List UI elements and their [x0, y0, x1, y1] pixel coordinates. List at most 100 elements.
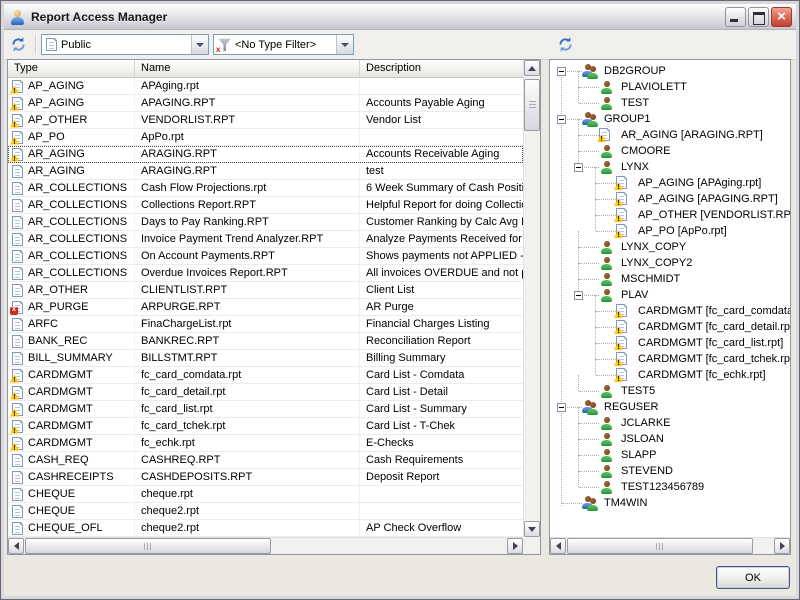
- ok-button[interactable]: OK: [716, 566, 790, 589]
- column-header-description[interactable]: Description: [360, 60, 523, 78]
- report-description-cell: Card List - Comdata: [360, 367, 523, 384]
- tree-item[interactable]: AP_AGING [APAging.rpt]: [550, 175, 790, 191]
- table-row[interactable]: CASH_REQ CASHREQ.RPT Cash Requirements: [8, 452, 523, 469]
- tree-item[interactable]: JSLOAN: [550, 431, 790, 447]
- table-row[interactable]: AR_OTHER CLIENTLIST.RPT Client List: [8, 282, 523, 299]
- table-row[interactable]: CARDMGMT fc_card_list.rpt Card List - Su…: [8, 401, 523, 418]
- tree-item[interactable]: CARDMGMT [fc_card_comdata.rpt]: [550, 303, 790, 319]
- table-row[interactable]: AR_COLLECTIONS Collections Report.RPT He…: [8, 197, 523, 214]
- maximize-button[interactable]: [748, 7, 769, 27]
- table-row[interactable]: CHEQUE cheque.rpt: [8, 486, 523, 503]
- column-header-type[interactable]: Type: [8, 60, 135, 78]
- scroll-right-button[interactable]: [507, 538, 523, 554]
- horizontal-scroll-thumb[interactable]: [25, 538, 271, 554]
- tree-expander-minus[interactable]: [557, 67, 566, 76]
- tree-item[interactable]: LYNX_COPY: [550, 239, 790, 255]
- tree-expander-minus[interactable]: [557, 403, 566, 412]
- tree-item[interactable]: LYNX_COPY2: [550, 255, 790, 271]
- tree-item[interactable]: STEVEND: [550, 463, 790, 479]
- table-horizontal-scrollbar[interactable]: [8, 537, 523, 554]
- tree-expander-minus[interactable]: [557, 115, 566, 124]
- table-row[interactable]: AP_AGING APAGING.RPT Accounts Payable Ag…: [8, 95, 523, 112]
- arrow-left-icon: [556, 542, 561, 550]
- tree-item-icon: [599, 272, 615, 286]
- type-filter-arrow[interactable]: [336, 35, 353, 54]
- group-select[interactable]: Public: [41, 34, 209, 55]
- horizontal-scroll-thumb[interactable]: [567, 538, 753, 554]
- tree-item[interactable]: CARDMGMT [fc_echk.rpt]: [550, 367, 790, 383]
- tree-item[interactable]: LYNX: [550, 159, 790, 175]
- column-header-name[interactable]: Name: [135, 60, 360, 78]
- table-row[interactable]: AR_AGING ARAGING.RPT Accounts Receivable…: [8, 146, 523, 163]
- tree-item[interactable]: JCLARKE: [550, 415, 790, 431]
- scroll-left-button[interactable]: [550, 538, 566, 554]
- scroll-down-button[interactable]: [524, 521, 540, 537]
- tree-expander-minus[interactable]: [574, 291, 583, 300]
- tree-item[interactable]: CARDMGMT [fc_card_tchek.rpt]: [550, 351, 790, 367]
- table-row[interactable]: CARDMGMT fc_card_detail.rpt Card List - …: [8, 384, 523, 401]
- report-name-cell: fc_card_detail.rpt: [135, 384, 360, 401]
- table-row[interactable]: CHEQUE cheque2.rpt: [8, 503, 523, 520]
- tree-item[interactable]: REGUSER: [550, 399, 790, 415]
- table-row[interactable]: CARDMGMT fc_echk.rpt E-Checks: [8, 435, 523, 452]
- table-row[interactable]: AR_COLLECTIONS Days to Pay Ranking.RPT C…: [8, 214, 523, 231]
- tree-item[interactable]: DB2GROUP: [550, 63, 790, 79]
- tree-item[interactable]: TM4WIN: [550, 495, 790, 511]
- table-row[interactable]: AP_OTHER VENDORLIST.RPT Vendor List: [8, 112, 523, 129]
- type-filter-select[interactable]: <No Type Filter>: [213, 34, 354, 55]
- tree-item[interactable]: PLAV: [550, 287, 790, 303]
- table-row[interactable]: BANK_REC BANKREC.RPT Reconciliation Repo…: [8, 333, 523, 350]
- tree-item[interactable]: CMOORE: [550, 143, 790, 159]
- tree-item[interactable]: CARDMGMT [fc_card_detail.rpt]: [550, 319, 790, 335]
- tree-item[interactable]: SLAPP: [550, 447, 790, 463]
- tree-item-icon: [616, 320, 627, 333]
- tree-item[interactable]: AP_OTHER [VENDORLIST.RPT]: [550, 207, 790, 223]
- tree-item-icon: [599, 160, 615, 174]
- tree-horizontal-scrollbar[interactable]: [550, 537, 790, 554]
- group-select-arrow[interactable]: [191, 35, 208, 54]
- close-button[interactable]: [771, 7, 792, 27]
- table-row[interactable]: ARFC FinaChargeList.rpt Financial Charge…: [8, 316, 523, 333]
- tree-item[interactable]: TEST123456789: [550, 479, 790, 495]
- tree-item-label: TM4WIN: [604, 495, 647, 511]
- tree-item[interactable]: AP_AGING [APAGING.RPT]: [550, 191, 790, 207]
- tree-item[interactable]: TEST: [550, 95, 790, 111]
- tree-expander-minus[interactable]: [574, 163, 583, 172]
- tree-item-icon: [616, 352, 627, 365]
- tree-item-label: LYNX_COPY: [621, 239, 686, 255]
- table-row[interactable]: CARDMGMT fc_card_tchek.rpt Card List - T…: [8, 418, 523, 435]
- tree-item[interactable]: TEST5: [550, 383, 790, 399]
- table-row[interactable]: AP_AGING APAging.rpt: [8, 78, 523, 95]
- vertical-scroll-thumb[interactable]: [524, 79, 540, 131]
- refresh-icon: [10, 36, 27, 53]
- scroll-left-button[interactable]: [8, 538, 24, 554]
- tree-item[interactable]: CARDMGMT [fc_card_list.rpt]: [550, 335, 790, 351]
- scroll-up-button[interactable]: [524, 60, 540, 76]
- table-row[interactable]: AR_COLLECTIONS On Account Payments.RPT S…: [8, 248, 523, 265]
- table-row[interactable]: CASHRECEIPTS CASHDEPOSITS.RPT Deposit Re…: [8, 469, 523, 486]
- table-row[interactable]: CARDMGMT fc_card_comdata.rpt Card List -…: [8, 367, 523, 384]
- table-row[interactable]: AR_COLLECTIONS Invoice Payment Trend Ana…: [8, 231, 523, 248]
- table-row[interactable]: BILL_SUMMARY BILLSTMT.RPT Billing Summar…: [8, 350, 523, 367]
- table-row[interactable]: AR_COLLECTIONS Cash Flow Projections.rpt…: [8, 180, 523, 197]
- table-row[interactable]: AR_AGING ARAGING.RPT test: [8, 163, 523, 180]
- table-row[interactable]: AR_COLLECTIONS Overdue Invoices Report.R…: [8, 265, 523, 282]
- tree-item-label: DB2GROUP: [604, 63, 666, 79]
- table-row[interactable]: AP_PO ApPo.rpt: [8, 129, 523, 146]
- table-row[interactable]: CHEQUE_OFL cheque2.rpt AP Check Overflow: [8, 520, 523, 537]
- table-row[interactable]: AR_PURGE ARPURGE.RPT AR Purge: [8, 299, 523, 316]
- scroll-right-button[interactable]: [774, 538, 790, 554]
- tree-item[interactable]: AR_AGING [ARAGING.RPT]: [550, 127, 790, 143]
- tree-item[interactable]: MSCHMIDT: [550, 271, 790, 287]
- tree-item[interactable]: GROUP1: [550, 111, 790, 127]
- tree-item-label: CARDMGMT [fc_card_detail.rpt]: [638, 319, 790, 335]
- refresh-reports-button[interactable]: [8, 33, 31, 56]
- toolbar: Public <No Type Filter>: [4, 30, 796, 60]
- report-type-icon: [12, 301, 23, 314]
- tree-item-label: TEST123456789: [621, 479, 704, 495]
- minimize-button[interactable]: [725, 7, 746, 27]
- refresh-tree-button[interactable]: [555, 33, 578, 56]
- tree-item[interactable]: PLAVIOLETT: [550, 79, 790, 95]
- table-vertical-scrollbar[interactable]: [523, 60, 540, 537]
- tree-item[interactable]: AP_PO [ApPo.rpt]: [550, 223, 790, 239]
